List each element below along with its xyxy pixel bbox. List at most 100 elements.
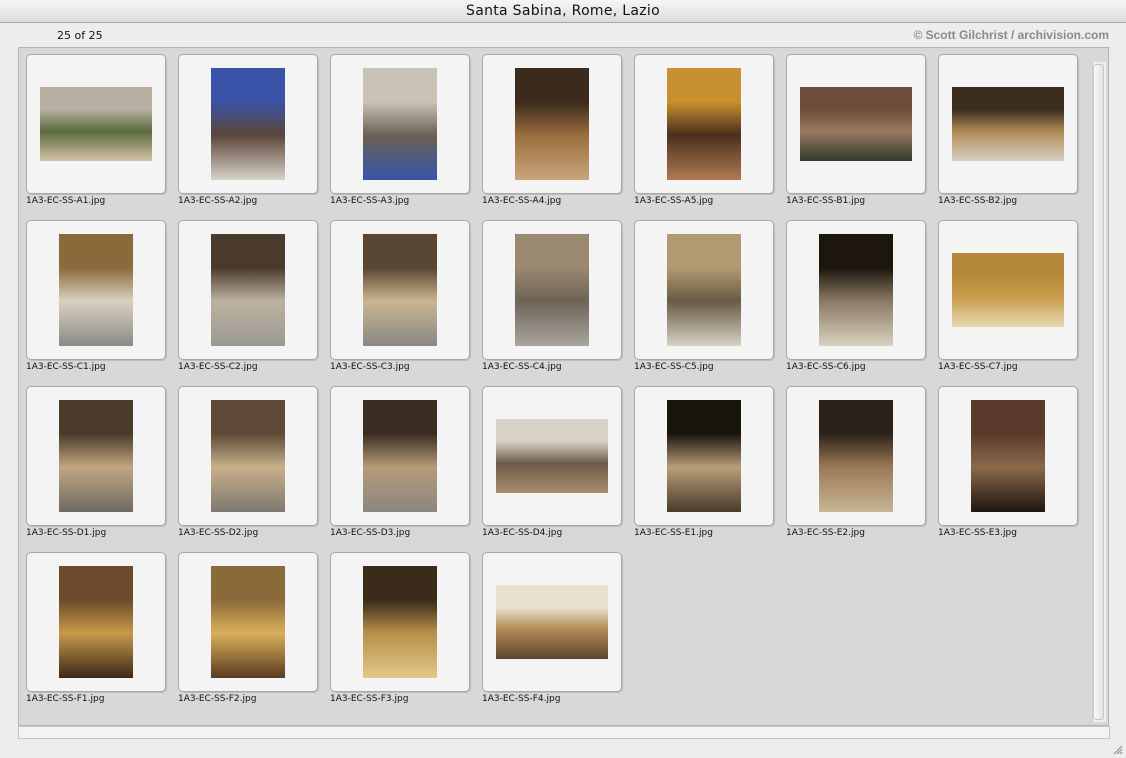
thumbnail-item[interactable]: 1A3-EC-SS-F2.jpg <box>171 546 323 706</box>
slide-frame[interactable] <box>26 386 166 526</box>
thumbnail-filename: 1A3-EC-SS-C6.jpg <box>786 362 866 372</box>
thumbnail-filename: 1A3-EC-SS-F4.jpg <box>482 694 561 704</box>
thumbnail-item[interactable]: 1A3-EC-SS-C6.jpg <box>779 214 931 374</box>
photo-thumbnail[interactable] <box>819 234 893 346</box>
photo-thumbnail[interactable] <box>496 419 608 493</box>
thumbnail-item[interactable]: 1A3-EC-SS-D1.jpg <box>19 380 171 540</box>
slide-frame[interactable] <box>786 220 926 360</box>
photo-thumbnail[interactable] <box>363 68 437 180</box>
slide-frame[interactable] <box>26 552 166 692</box>
photo-thumbnail[interactable] <box>952 87 1064 161</box>
photo-thumbnail[interactable] <box>59 400 133 512</box>
window-title: Santa Sabina, Rome, Lazio <box>0 0 1126 23</box>
thumbnail-filename: 1A3-EC-SS-E2.jpg <box>786 528 865 538</box>
slide-frame[interactable] <box>482 552 622 692</box>
photo-thumbnail[interactable] <box>211 68 285 180</box>
thumbnail-item[interactable]: 1A3-EC-SS-F4.jpg <box>475 546 627 706</box>
photo-thumbnail[interactable] <box>40 87 152 161</box>
thumbnail-filename: 1A3-EC-SS-A1.jpg <box>26 196 106 206</box>
photo-thumbnail[interactable] <box>667 68 741 180</box>
thumbnail-gallery[interactable]: 1A3-EC-SS-A1.jpg 1A3-EC-SS-A2.jpg 1A3-EC-S… <box>18 47 1109 726</box>
slide-frame[interactable] <box>634 220 774 360</box>
thumbnail-filename: 1A3-EC-SS-A3.jpg <box>330 196 410 206</box>
thumbnail-item[interactable]: 1A3-EC-SS-A1.jpg <box>19 48 171 208</box>
slide-frame[interactable] <box>26 54 166 194</box>
thumbnail-item[interactable]: 1A3-EC-SS-C5.jpg <box>627 214 779 374</box>
thumbnail-item[interactable]: 1A3-EC-SS-B1.jpg <box>779 48 931 208</box>
photo-thumbnail[interactable] <box>667 234 741 346</box>
photo-thumbnail[interactable] <box>211 566 285 678</box>
photo-thumbnail[interactable] <box>363 400 437 512</box>
thumbnail-item[interactable]: 1A3-EC-SS-A2.jpg <box>171 48 323 208</box>
slide-frame[interactable] <box>330 552 470 692</box>
photo-thumbnail[interactable] <box>515 68 589 180</box>
toolbar: 25 of 25 © Scott Gilchrist / archivision… <box>0 23 1126 47</box>
slide-frame[interactable] <box>786 386 926 526</box>
slide-frame[interactable] <box>938 220 1078 360</box>
vertical-scroll-thumb[interactable] <box>1093 64 1104 720</box>
slide-frame[interactable] <box>938 54 1078 194</box>
photo-thumbnail[interactable] <box>971 400 1045 512</box>
thumbnail-item[interactable]: 1A3-EC-SS-D4.jpg <box>475 380 627 540</box>
photo-thumbnail[interactable] <box>363 566 437 678</box>
thumbnail-filename: 1A3-EC-SS-A2.jpg <box>178 196 258 206</box>
slide-frame[interactable] <box>330 220 470 360</box>
thumbnail-item[interactable]: 1A3-EC-SS-D2.jpg <box>171 380 323 540</box>
thumbnail-filename: 1A3-EC-SS-F2.jpg <box>178 694 257 704</box>
thumbnail-item[interactable]: 1A3-EC-SS-A4.jpg <box>475 48 627 208</box>
photo-thumbnail[interactable] <box>211 400 285 512</box>
thumbnail-item[interactable]: 1A3-EC-SS-E2.jpg <box>779 380 931 540</box>
slide-frame[interactable] <box>330 386 470 526</box>
slide-frame[interactable] <box>178 552 318 692</box>
slide-frame[interactable] <box>26 220 166 360</box>
thumbnail-filename: 1A3-EC-SS-D3.jpg <box>330 528 411 538</box>
thumbnail-item[interactable]: 1A3-EC-SS-E3.jpg <box>931 380 1083 540</box>
thumbnail-item[interactable]: 1A3-EC-SS-F1.jpg <box>19 546 171 706</box>
thumbnail-item[interactable]: 1A3-EC-SS-F3.jpg <box>323 546 475 706</box>
thumbnail-item[interactable]: 1A3-EC-SS-A5.jpg <box>627 48 779 208</box>
resize-grip-icon[interactable] <box>1111 743 1123 755</box>
slide-frame[interactable] <box>938 386 1078 526</box>
slide-frame[interactable] <box>482 220 622 360</box>
photo-thumbnail[interactable] <box>211 234 285 346</box>
photo-thumbnail[interactable] <box>800 87 912 161</box>
thumbnail-filename: 1A3-EC-SS-A4.jpg <box>482 196 562 206</box>
thumbnail-filename: 1A3-EC-SS-C2.jpg <box>178 362 258 372</box>
thumbnail-item[interactable]: 1A3-EC-SS-C2.jpg <box>171 214 323 374</box>
thumbnail-item[interactable]: 1A3-EC-SS-C3.jpg <box>323 214 475 374</box>
slide-frame[interactable] <box>786 54 926 194</box>
slide-frame[interactable] <box>482 386 622 526</box>
thumbnail-filename: 1A3-EC-SS-C4.jpg <box>482 362 562 372</box>
slide-frame[interactable] <box>178 54 318 194</box>
thumbnail-item[interactable]: 1A3-EC-SS-D3.jpg <box>323 380 475 540</box>
photo-thumbnail[interactable] <box>59 234 133 346</box>
slide-frame[interactable] <box>178 220 318 360</box>
thumbnail-filename: 1A3-EC-SS-B2.jpg <box>938 196 1018 206</box>
thumbnail-item[interactable]: 1A3-EC-SS-E1.jpg <box>627 380 779 540</box>
thumbnail-item[interactable]: 1A3-EC-SS-A3.jpg <box>323 48 475 208</box>
slide-frame[interactable] <box>634 386 774 526</box>
thumbnail-item[interactable]: 1A3-EC-SS-B2.jpg <box>931 48 1083 208</box>
slide-frame[interactable] <box>330 54 470 194</box>
photo-thumbnail[interactable] <box>819 400 893 512</box>
slide-frame[interactable] <box>634 54 774 194</box>
thumbnail-filename: 1A3-EC-SS-B1.jpg <box>786 196 866 206</box>
photo-thumbnail[interactable] <box>363 234 437 346</box>
slide-frame[interactable] <box>482 54 622 194</box>
thumbnail-filename: 1A3-EC-SS-A5.jpg <box>634 196 714 206</box>
photo-thumbnail[interactable] <box>667 400 741 512</box>
photo-thumbnail[interactable] <box>59 566 133 678</box>
thumbnail-item[interactable]: 1A3-EC-SS-C1.jpg <box>19 214 171 374</box>
thumbnail-filename: 1A3-EC-SS-E1.jpg <box>634 528 713 538</box>
thumbnail-item[interactable]: 1A3-EC-SS-C4.jpg <box>475 214 627 374</box>
photo-thumbnail[interactable] <box>515 234 589 346</box>
thumbnail-item[interactable]: 1A3-EC-SS-C7.jpg <box>931 214 1083 374</box>
thumbnail-filename: 1A3-EC-SS-C5.jpg <box>634 362 714 372</box>
horizontal-scrollbar[interactable] <box>18 726 1110 739</box>
thumbnail-filename: 1A3-EC-SS-E3.jpg <box>938 528 1017 538</box>
photo-thumbnail[interactable] <box>496 585 608 659</box>
thumbnail-filename: 1A3-EC-SS-C1.jpg <box>26 362 106 372</box>
slide-frame[interactable] <box>178 386 318 526</box>
photo-thumbnail[interactable] <box>952 253 1064 327</box>
copyright-credit: © Scott Gilchrist / archivision.com <box>913 28 1109 42</box>
